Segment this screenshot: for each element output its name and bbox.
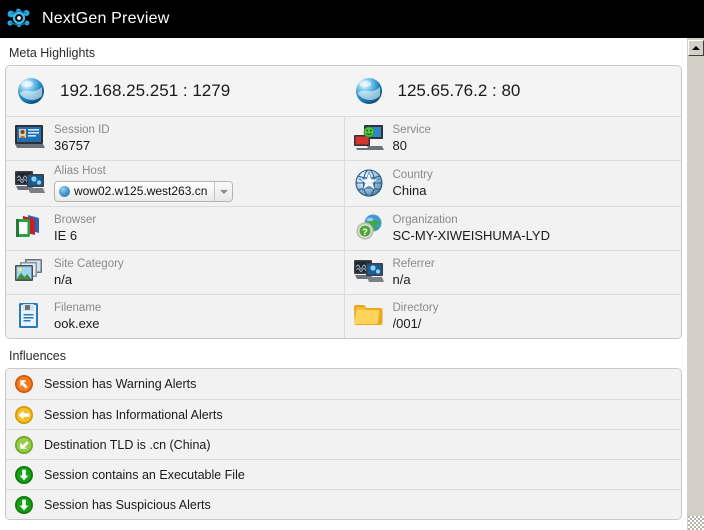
arrow-left-circle-icon: [14, 405, 34, 425]
influence-label: Destination TLD is .cn (China): [44, 437, 211, 452]
browser-cell[interactable]: Browser IE 6: [6, 207, 344, 250]
list-item[interactable]: Session has Informational Alerts: [6, 399, 681, 430]
directory-cell[interactable]: Directory /001/: [343, 295, 682, 339]
field-label: Service: [392, 124, 431, 137]
molecule-icon: [4, 4, 34, 34]
influences-panel: Session has Warning Alerts Session has I…: [5, 368, 682, 521]
alias-host-icon: [14, 168, 48, 200]
list-item[interactable]: Destination TLD is .cn (China): [6, 429, 681, 460]
globe-bullet-icon: [59, 186, 70, 198]
field-label: Filename: [54, 302, 102, 315]
destination-endpoint-cell[interactable]: 125.65.76.2 : 80: [344, 66, 682, 116]
document-icon: [14, 301, 48, 333]
source-endpoint-cell[interactable]: 192.168.25.251 : 1279: [6, 66, 344, 116]
field-label: Session ID: [54, 124, 110, 137]
table-row: Session ID 36757 Service 80: [6, 116, 681, 160]
scrollbar-track[interactable]: [688, 58, 704, 526]
filename-cell[interactable]: Filename ook.exe: [6, 295, 344, 338]
field-value: SC-MY-XIWEISHUMA-LYD: [392, 229, 550, 243]
influence-label: Session contains an Executable File: [44, 467, 245, 482]
scrollbar-resize-grip: [688, 516, 704, 530]
country-cell[interactable]: Country China: [343, 161, 682, 207]
service-monitor-icon: [353, 123, 387, 155]
field-label: Directory: [392, 302, 439, 315]
field-label: Browser: [54, 214, 97, 227]
influence-label: Session has Suspicious Alerts: [44, 497, 211, 512]
table-row: Site Category n/a Referrer n/a: [6, 250, 682, 295]
content-viewport: Meta Highlights 192.168.25.251: 1279 12…: [0, 38, 686, 530]
books-icon: [14, 213, 48, 245]
table-row: Browser IE 6 ? Organization SC-MY-XIWEIS…: [6, 206, 682, 251]
alias-host-value: wow02.w125.west263.cn: [74, 184, 208, 199]
chevron-down-icon[interactable]: [214, 182, 233, 202]
field-value: ook.exe: [54, 317, 100, 331]
list-item[interactable]: Session contains an Executable File: [6, 459, 681, 490]
folder-icon: [353, 301, 387, 333]
alias-host-combobox[interactable]: wow02.w125.west263.cn: [54, 181, 234, 203]
field-label: Referrer: [392, 258, 435, 271]
alias-host-cell[interactable]: Alias Host wow02.w125.west263.cn: [6, 161, 344, 206]
table-row: Alias Host wow02.w125.west263.cn Country…: [6, 160, 682, 207]
svg-text:?: ?: [362, 227, 368, 237]
arrow-down-circle-icon: [14, 465, 34, 485]
list-item[interactable]: Session has Warning Alerts: [6, 369, 681, 400]
window-titlebar: NextGen Preview: [0, 0, 704, 38]
field-value: 80: [392, 139, 407, 153]
id-card-icon: [14, 123, 48, 155]
window-title: NextGen Preview: [42, 10, 170, 27]
vertical-scrollbar[interactable]: [686, 38, 704, 530]
preview-window: NextGen Preview Meta Highlights 192.168.…: [0, 0, 704, 530]
session-id-cell[interactable]: Session ID 36757: [6, 117, 344, 160]
site-category-cell[interactable]: Site Category n/a: [6, 251, 344, 294]
field-value: n/a: [392, 273, 411, 287]
influences-title: Influences: [9, 349, 66, 364]
field-value: IE 6: [54, 229, 78, 243]
influence-label: Session has Warning Alerts: [44, 377, 197, 392]
destination-endpoint-text: 125.65.76.2 : 80: [397, 81, 521, 100]
arrow-up-left-circle-icon: [14, 374, 34, 394]
field-label: Country: [392, 169, 433, 182]
scroll-up-button[interactable]: [688, 40, 704, 56]
globe-icon: [14, 74, 48, 108]
field-value: n/a: [54, 273, 73, 287]
list-item[interactable]: Session has Suspicious Alerts: [6, 489, 681, 520]
service-cell[interactable]: Service 80: [343, 117, 682, 160]
images-icon: [14, 257, 48, 289]
source-endpoint-text: 192.168.25.251 : 1279: [60, 81, 231, 100]
globe-icon: [352, 74, 386, 108]
field-value: China: [392, 184, 427, 198]
field-label: Site Category: [54, 258, 124, 271]
arrow-down-circle-icon: [14, 495, 34, 515]
referrer-monitor-icon: [353, 257, 387, 289]
field-value: 36757: [54, 139, 91, 153]
arrow-down-left-circle-icon: [14, 435, 34, 455]
endpoints-row: 192.168.25.251 : 1279 125.65.76.2 : 80: [6, 66, 681, 116]
meta-highlights-title: Meta Highlights: [9, 46, 96, 60]
referrer-cell[interactable]: Referrer n/a: [343, 251, 682, 295]
table-row: Filename ook.exe Directory /001/: [6, 294, 682, 339]
field-label: Alias Host: [54, 165, 106, 177]
influence-label: Session has Informational Alerts: [44, 407, 223, 422]
field-value: /001/: [392, 317, 422, 331]
meta-highlights-panel: 192.168.25.251 : 1279 125.65.76.2 : 80 S…: [5, 65, 682, 340]
globe-question-icon: ?: [353, 213, 387, 245]
organization-cell[interactable]: ? Organization SC-MY-XIWEISHUMA-LYD: [343, 207, 682, 251]
field-label: Organization: [392, 214, 458, 227]
scroll-up-arrow-icon: [692, 46, 700, 50]
wire-globe-icon: [353, 168, 387, 200]
